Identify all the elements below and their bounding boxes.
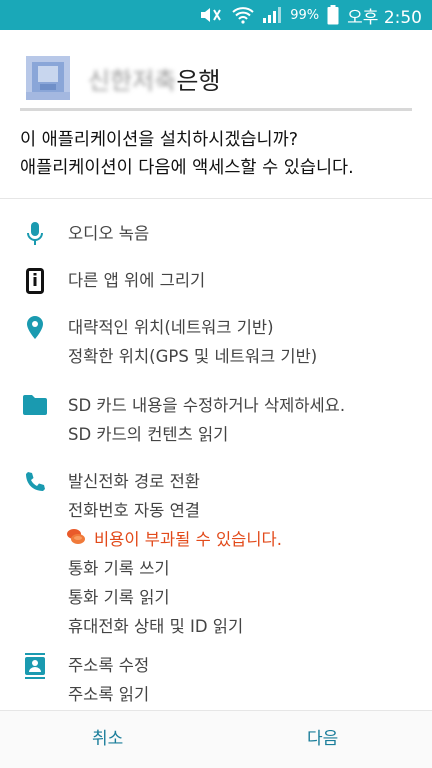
permission-item: 전화번호 자동 연결: [68, 501, 200, 520]
list-divider: [0, 198, 432, 199]
install-question: 이 애플리케이션을 설치하시겠습니까? 애플리케이션이 다음에 액세스할 수 있…: [20, 126, 420, 182]
cancel-button[interactable]: 취소: [92, 711, 123, 768]
bottom-button-bar: 취소 다음: [0, 711, 432, 768]
permission-lines: 다른 앱 위에 그리기: [68, 266, 205, 295]
overlay-icon: [22, 268, 48, 294]
contacts-icon: [22, 653, 48, 679]
question-line-2: 애플리케이션이 다음에 액세스할 수 있습니다.: [20, 158, 354, 178]
permission-lines: 오디오 녹음: [68, 219, 149, 248]
cost-warning: 비용이 부과될 수 있습니다.: [66, 525, 282, 554]
status-bar: 99% 오후 2:50: [0, 0, 432, 30]
permission-item: 발신전화 경로 전환: [68, 472, 200, 491]
app-title-obscured: 신한저축: [88, 66, 177, 95]
location-icon: [22, 315, 48, 341]
microphone-icon: [22, 221, 48, 247]
permission-item: 주소록 수정: [68, 656, 150, 675]
permission-lines: 대략적인 위치(네트워크 기반) 정확한 위치(GPS 및 네트워크 기반): [68, 313, 317, 371]
app-icon: [26, 56, 70, 100]
signal-icon: [262, 6, 282, 24]
app-title-visible: 은행: [176, 66, 221, 95]
permission-item: 정확한 위치(GPS 및 네트워크 기반): [68, 347, 318, 366]
battery-icon: [327, 5, 339, 25]
phone-icon: [22, 469, 48, 495]
cost-warning-text: 비용이 부과될 수 있습니다.: [94, 530, 282, 549]
wifi-icon: [232, 6, 254, 24]
question-line-1: 이 애플리케이션을 설치하시겠습니까?: [20, 130, 299, 150]
header-divider: [20, 108, 412, 111]
permission-lines: 발신전화 경로 전환 전화번호 자동 연결 비용이 부과될 수 있습니다. 통화…: [66, 467, 282, 641]
permission-item: SD 카드의 컨텐츠 읽기: [68, 425, 229, 444]
permission-item: 다른 앱 위에 그리기: [68, 271, 206, 290]
permission-item: 오디오 녹음: [68, 224, 150, 243]
status-time: 오후 2:50: [347, 7, 422, 28]
mute-icon: [198, 6, 224, 24]
permission-lines: 주소록 수정 주소록 읽기: [68, 651, 149, 709]
permission-item: SD 카드 내용을 수정하거나 삭제하세요.: [68, 396, 346, 415]
app-title: 신한저축 은행: [88, 61, 221, 96]
battery-percent: 99%: [290, 7, 320, 23]
permission-item: 통화 기록 읽기: [68, 588, 170, 607]
app-header: 신한저축 은행: [20, 48, 412, 108]
coins-icon: [66, 525, 86, 554]
permission-item: 대략적인 위치(네트워크 기반): [68, 318, 274, 337]
permission-item: 주소록 읽기: [68, 685, 150, 704]
permission-lines: SD 카드 내용을 수정하거나 삭제하세요. SD 카드의 컨텐츠 읽기: [68, 391, 345, 449]
folder-icon: [22, 392, 48, 418]
next-button[interactable]: 다음: [307, 711, 338, 768]
permission-item: 휴대전화 상태 및 ID 읽기: [68, 617, 244, 636]
permission-item: 통화 기록 쓰기: [68, 559, 170, 578]
